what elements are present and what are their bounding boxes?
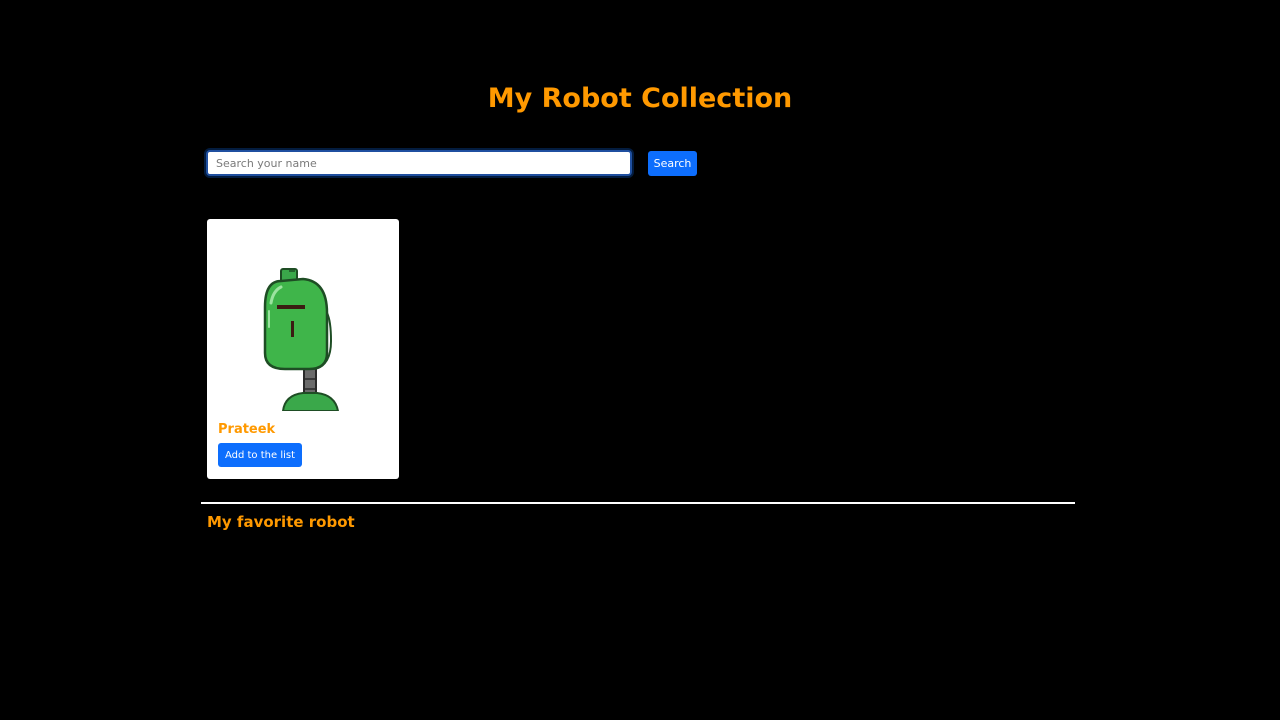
page-title: My Robot Collection bbox=[487, 83, 793, 114]
robot-name: Prateek bbox=[218, 422, 276, 437]
page: My Robot Collection Search Prateek Add bbox=[0, 0, 1280, 720]
robot-avatar-image bbox=[263, 268, 340, 411]
favorites-heading: My favorite robot bbox=[207, 513, 355, 531]
section-divider bbox=[201, 502, 1075, 504]
robot-card: Prateek Add to the list bbox=[207, 219, 399, 479]
search-button[interactable]: Search bbox=[648, 151, 697, 176]
search-input[interactable] bbox=[206, 150, 632, 176]
add-to-list-button[interactable]: Add to the list bbox=[218, 443, 302, 467]
